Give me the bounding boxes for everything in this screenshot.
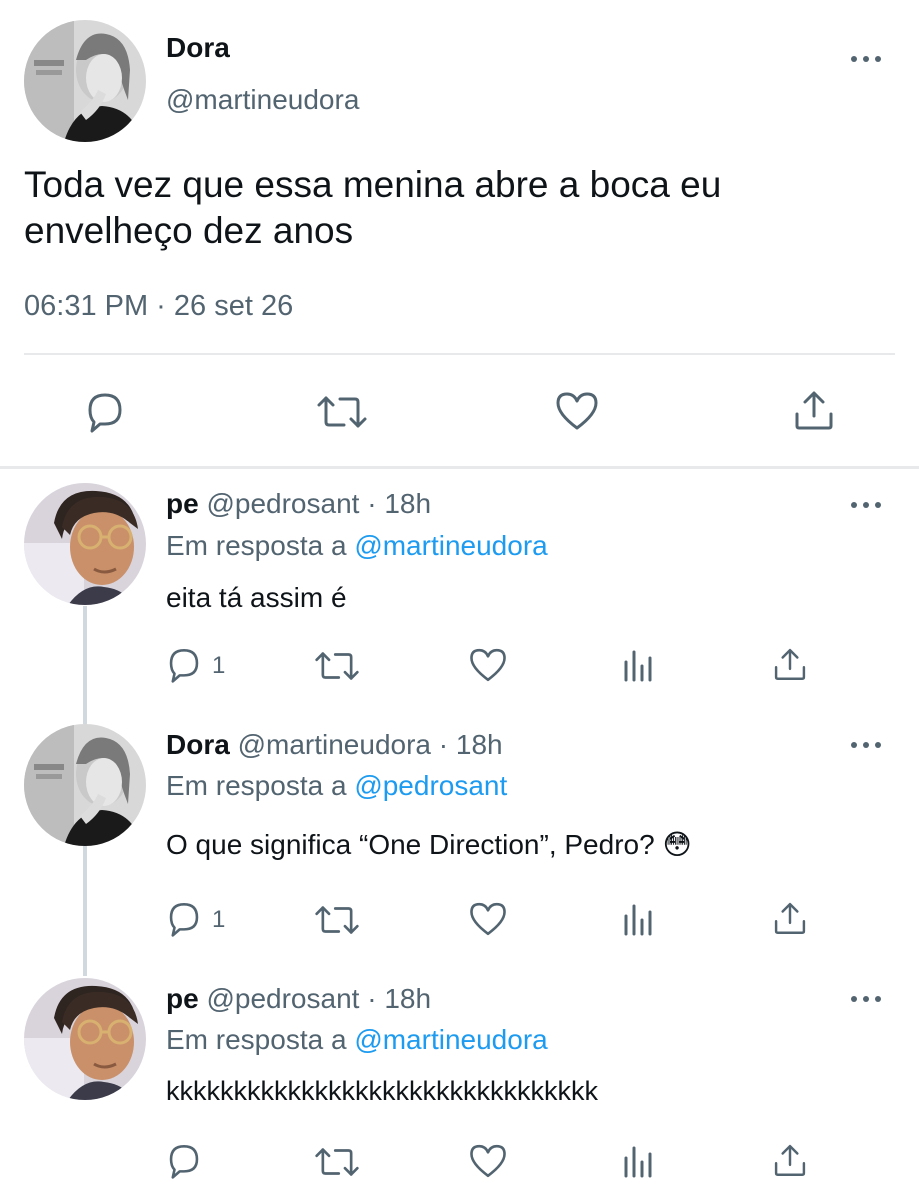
retweet-icon[interactable]	[314, 1144, 360, 1180]
author-name[interactable]: Dora	[166, 32, 230, 64]
avatar-pe[interactable]	[24, 483, 146, 605]
reply-context: Em resposta a @martineudora	[166, 530, 548, 562]
reply-author-handle[interactable]: @pedrosant	[206, 488, 359, 519]
like-icon[interactable]	[468, 1142, 508, 1180]
reply-text: eita tá assim é	[166, 582, 347, 613]
avatar-pe[interactable]	[24, 978, 146, 1100]
analytics-icon[interactable]	[622, 1144, 656, 1178]
share-icon[interactable]	[772, 1142, 808, 1178]
reply-author-name[interactable]: pe	[166, 488, 199, 519]
like-icon[interactable]	[468, 646, 508, 684]
reply-to-link[interactable]: @pedrosant	[354, 770, 507, 801]
tweet-timestamp[interactable]: 06:31 PM · 26 set 26	[24, 290, 293, 323]
thread-line	[83, 846, 87, 976]
reply-icon[interactable]	[82, 390, 128, 434]
share-icon[interactable]	[792, 388, 836, 432]
retweet-icon[interactable]	[314, 902, 360, 938]
like-icon[interactable]	[468, 900, 508, 938]
avatar-dora[interactable]	[24, 20, 146, 142]
author-handle[interactable]: @martineudora	[166, 84, 359, 116]
reply-icon[interactable]	[164, 646, 204, 684]
reply-header: Dora @martineudora · 18h	[166, 729, 503, 761]
like-icon[interactable]	[554, 390, 600, 432]
reply-context-label: Em resposta a	[166, 1024, 347, 1055]
reply-author-name[interactable]: pe	[166, 983, 199, 1014]
more-options-icon[interactable]	[851, 52, 885, 66]
reply-text: O que significa “One Direction”, Pedro? …	[166, 829, 692, 860]
more-options-icon[interactable]	[851, 738, 885, 752]
reply-header: pe @pedrosant · 18h	[166, 488, 431, 520]
divider	[24, 353, 895, 355]
reply-context-label: Em resposta a	[166, 530, 347, 561]
reply-text: kkkkkkkkkkkkkkkkkkkkkkkkkkkkkkkk	[166, 1076, 598, 1106]
reply-header: pe @pedrosant · 18h	[166, 983, 431, 1015]
retweet-icon[interactable]	[314, 648, 360, 684]
tweet-text-line1: Toda vez que essa menina abre a boca eu	[24, 164, 722, 205]
more-options-icon[interactable]	[851, 498, 885, 512]
reply-icon[interactable]	[164, 900, 204, 938]
analytics-icon[interactable]	[622, 902, 656, 936]
reply-author-handle[interactable]: @martineudora	[238, 729, 431, 760]
reply-author-name[interactable]: Dora	[166, 729, 230, 760]
reply-to-link[interactable]: @martineudora	[354, 1024, 547, 1055]
more-options-icon[interactable]	[851, 992, 885, 1006]
tweet-text-line2: envelheço dez anos	[24, 210, 354, 251]
reply-icon[interactable]	[164, 1142, 204, 1180]
reply-context: Em resposta a @pedrosant	[166, 770, 507, 802]
reply-context: Em resposta a @martineudora	[166, 1024, 548, 1056]
reply-to-link[interactable]: @martineudora	[354, 530, 547, 561]
reply-time[interactable]: · 18h	[439, 729, 503, 760]
retweet-icon[interactable]	[316, 392, 368, 432]
thread-line	[83, 606, 87, 724]
avatar-dora[interactable]	[24, 724, 146, 846]
analytics-icon[interactable]	[622, 648, 656, 682]
reply-time[interactable]: · 18h	[367, 488, 431, 519]
section-divider	[0, 466, 919, 469]
share-icon[interactable]	[772, 646, 808, 682]
reply-context-label: Em resposta a	[166, 770, 347, 801]
reply-time[interactable]: · 18h	[367, 983, 431, 1014]
reply-count: 1	[212, 652, 226, 679]
reply-count: 1	[212, 906, 226, 933]
share-icon[interactable]	[772, 900, 808, 936]
reply-author-handle[interactable]: @pedrosant	[206, 983, 359, 1014]
